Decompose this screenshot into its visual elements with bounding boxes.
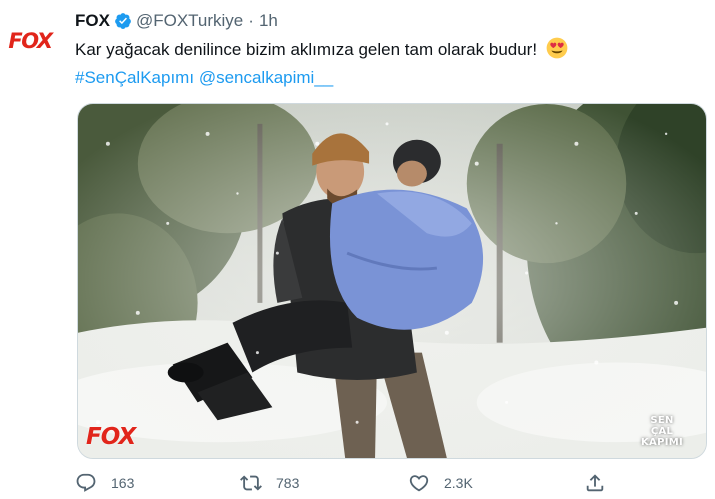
snowy-scene-photo xyxy=(78,104,706,458)
share-button[interactable] xyxy=(584,472,620,494)
separator-dot: · xyxy=(248,11,254,30)
retweet-count: 783 xyxy=(276,475,300,491)
timestamp[interactable]: 1h xyxy=(259,11,278,31)
tweet-body: Kar yağacak denilince bizim aklımıza gel… xyxy=(75,40,538,59)
reply-button[interactable]: 163 xyxy=(75,472,134,494)
tweet-photo[interactable]: FOX SEN ÇAL KAPIMI xyxy=(77,103,707,459)
show-watermark-logo: SEN ÇAL KAPIMI xyxy=(632,415,692,448)
retweet-button[interactable]: 783 xyxy=(240,472,299,494)
fox-watermark-logo: FOX xyxy=(86,424,136,450)
tweet-header: FOX @FOXTurkiye · 1h xyxy=(75,8,278,34)
like-button[interactable]: 2.3K xyxy=(408,472,473,494)
tweet-text: Kar yağacak denilince bizim aklımıza gel… xyxy=(75,36,675,92)
verified-badge-icon xyxy=(115,13,131,29)
like-count: 2.3K xyxy=(444,475,473,491)
reply-icon xyxy=(76,473,96,492)
show-logo-line: SEN xyxy=(650,415,674,426)
hashtag-link[interactable]: #SenÇalKapımı xyxy=(75,68,194,87)
heart-eyes-emoji-icon xyxy=(546,37,568,59)
handle[interactable]: @FOXTurkiye xyxy=(136,11,243,31)
display-name[interactable]: FOX xyxy=(75,11,110,31)
reply-count: 163 xyxy=(111,475,135,491)
avatar[interactable]: FOX xyxy=(6,26,54,56)
heart-icon xyxy=(409,475,429,492)
show-logo-line: KAPIMI xyxy=(640,437,683,448)
retweet-icon xyxy=(240,475,262,491)
show-logo-line: ÇAL xyxy=(650,426,674,437)
tweet-actions: 163 783 2.3K xyxy=(75,472,635,496)
mention-link[interactable]: @sencalkapimi__ xyxy=(199,68,333,87)
share-icon xyxy=(586,474,604,492)
